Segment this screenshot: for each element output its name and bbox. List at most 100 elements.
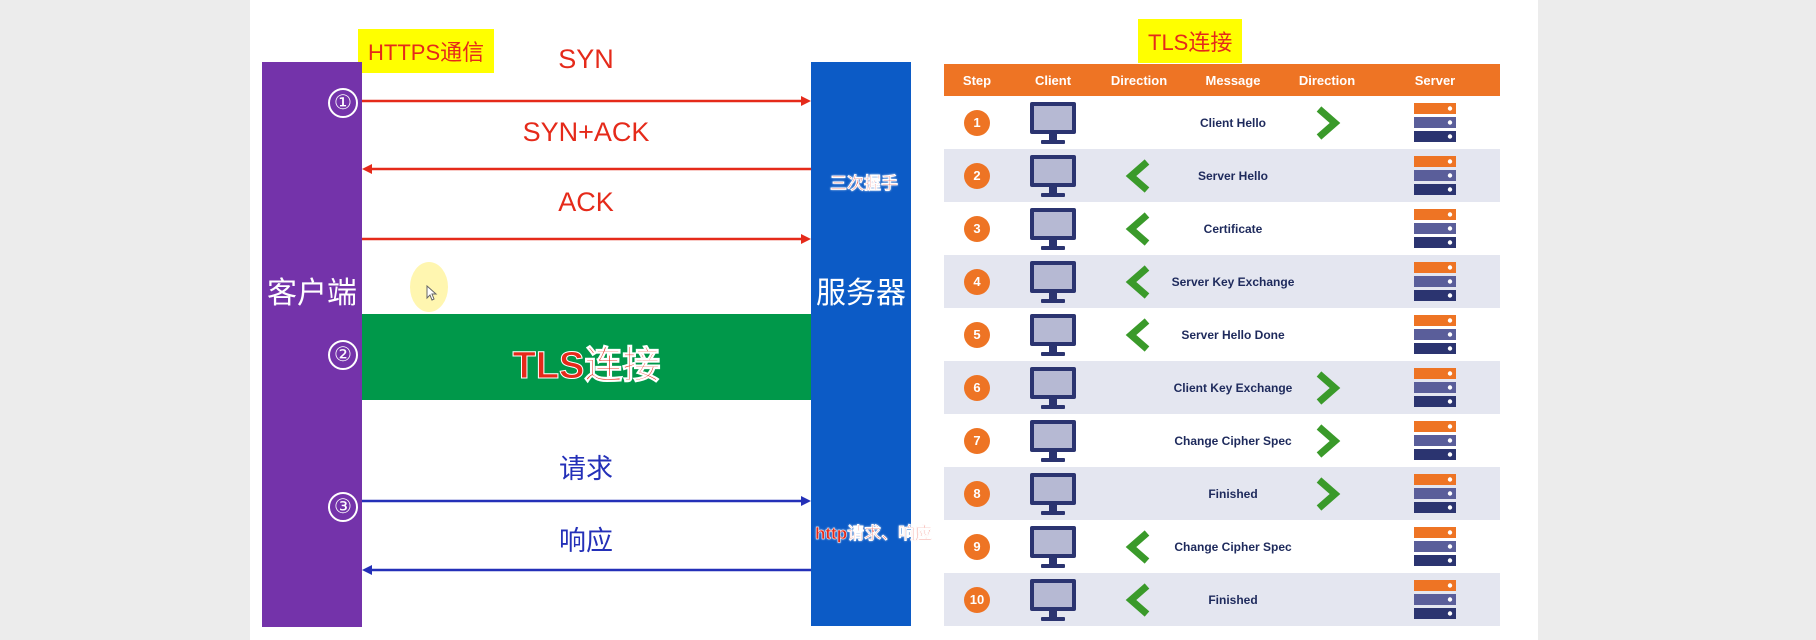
- direction-to-server-cell: [1284, 414, 1370, 467]
- table-row: 1 Client Hello: [944, 96, 1500, 149]
- client-cell: [1010, 361, 1096, 414]
- direction-to-client-cell: [1096, 308, 1182, 361]
- server-stack-icon: [1414, 155, 1456, 195]
- arrow-right-icon: [1316, 370, 1341, 405]
- message-text: Server Key Exchange: [1171, 274, 1295, 289]
- client-cell: [1010, 96, 1096, 149]
- arrow-left-icon: [1125, 211, 1150, 246]
- step-cell: 4: [944, 255, 1010, 308]
- arrow-right-icon: [1316, 423, 1341, 458]
- step-badge: 3: [964, 215, 990, 242]
- direction-to-server-cell: [1284, 361, 1370, 414]
- message-cell: Change Cipher Spec: [1174, 414, 1291, 467]
- table-row: 3 Certificate: [944, 202, 1500, 255]
- header-step: Step: [962, 72, 992, 88]
- client-monitor-icon: [1030, 313, 1076, 356]
- step-cell: 7: [944, 414, 1010, 467]
- client-cell: [1010, 308, 1096, 361]
- message-cell: Change Cipher Spec: [1174, 520, 1291, 573]
- server-stack-icon: [1414, 579, 1456, 619]
- step-badge: 6: [964, 374, 990, 401]
- client-monitor-icon: [1030, 366, 1076, 409]
- message-text: Finished: [1208, 486, 1258, 501]
- direction-to-server-cell: [1284, 308, 1370, 361]
- server-cell: [1370, 202, 1500, 255]
- client-cell: [1010, 414, 1096, 467]
- message-text: Client Hello: [1199, 115, 1266, 130]
- arrow-left-icon: [1125, 317, 1150, 352]
- message-text: Server Hello Done: [1181, 327, 1285, 342]
- arrow-left-icon: [1125, 529, 1150, 564]
- direction-to-client-cell: [1096, 149, 1182, 202]
- client-monitor-icon: [1030, 419, 1076, 462]
- sequence-arrows: [362, 96, 811, 575]
- client-monitor-icon: [1030, 154, 1076, 197]
- slide: HTTPS通信 客户端 ① ② ③ 服务器 TLS连接 SYN SYN+ACK …: [250, 0, 1538, 640]
- server-stack-icon: [1414, 473, 1456, 513]
- arrow-syn-ack: [362, 164, 811, 174]
- message-text: Certificate: [1203, 221, 1263, 236]
- direction-to-server-cell: [1284, 520, 1370, 573]
- client-cell: [1010, 202, 1096, 255]
- table-row: 9 Change Cipher Spec: [944, 520, 1500, 573]
- client-cell: [1010, 520, 1096, 573]
- server-stack-icon: [1414, 367, 1456, 407]
- step-badge: 4: [964, 268, 990, 295]
- header-message: Message: [1205, 72, 1261, 88]
- client-monitor-icon: [1030, 101, 1076, 144]
- server-stack-icon: [1414, 420, 1456, 460]
- step-cell: 5: [944, 308, 1010, 361]
- client-monitor-icon: [1030, 525, 1076, 568]
- table-row: 5 Server Hello Done: [944, 308, 1500, 361]
- arrow-left-icon: [1125, 158, 1150, 193]
- server-cell: [1370, 361, 1500, 414]
- table-row: 4 Server Key Exchange: [944, 255, 1500, 308]
- client-monitor-icon: [1030, 207, 1076, 250]
- message-cell: Certificate: [1182, 202, 1284, 255]
- server-stack-icon: [1414, 314, 1456, 354]
- client-monitor-icon: [1030, 260, 1076, 303]
- header-direction-left: Direction: [1110, 72, 1168, 88]
- table-row: 7 Change Cipher Spec: [944, 414, 1500, 467]
- client-cell: [1010, 255, 1096, 308]
- server-cell: [1370, 573, 1500, 626]
- message-cell: Finished: [1182, 573, 1284, 626]
- http-note: http请求、响应: [815, 524, 933, 543]
- arrow-left-icon: [1125, 582, 1150, 617]
- client-cell: [1010, 573, 1096, 626]
- direction-to-server-cell: [1284, 573, 1370, 626]
- header-server: Server: [1414, 72, 1456, 88]
- step-badge: 9: [964, 533, 990, 560]
- message-text: Change Cipher Spec: [1174, 433, 1292, 448]
- client-monitor-icon: [1030, 472, 1076, 515]
- table-row: 2 Server Hello: [944, 149, 1500, 202]
- client-monitor-icon: [1030, 578, 1076, 621]
- client-cell: [1010, 467, 1096, 520]
- step-cell: 3: [944, 202, 1010, 255]
- step-cell: 8: [944, 467, 1010, 520]
- message-text: Server Hello: [1197, 168, 1269, 183]
- direction-to-server-cell: [1284, 255, 1370, 308]
- server-cell: [1370, 255, 1500, 308]
- header-client: Client: [1034, 72, 1072, 88]
- table-row: 6 Client Key Exchange: [944, 361, 1500, 414]
- step-badge: 5: [964, 321, 990, 348]
- step-badge: 7: [964, 427, 990, 454]
- server-stack-icon: [1414, 102, 1456, 142]
- step-badge: 8: [964, 480, 990, 507]
- server-stack-icon: [1414, 208, 1456, 248]
- server-cell: [1370, 414, 1500, 467]
- tls-handshake-table: Step Client Direction Message Direction …: [944, 64, 1500, 626]
- message-cell: Finished: [1182, 467, 1284, 520]
- arrow-ack: [362, 234, 811, 244]
- step-cell: 2: [944, 149, 1010, 202]
- message-cell: Client Hello: [1182, 96, 1284, 149]
- arrow-right-icon: [1316, 476, 1341, 511]
- step-badge: 10: [964, 586, 990, 613]
- message-text: Client Key Exchange: [1173, 380, 1293, 395]
- table-row: 8 Finished: [944, 467, 1500, 520]
- tls-title: TLS连接: [1138, 19, 1243, 63]
- message-cell: Server Key Exchange: [1172, 255, 1295, 308]
- direction-to-client-cell: [1096, 96, 1182, 149]
- direction-to-server-cell: [1284, 467, 1370, 520]
